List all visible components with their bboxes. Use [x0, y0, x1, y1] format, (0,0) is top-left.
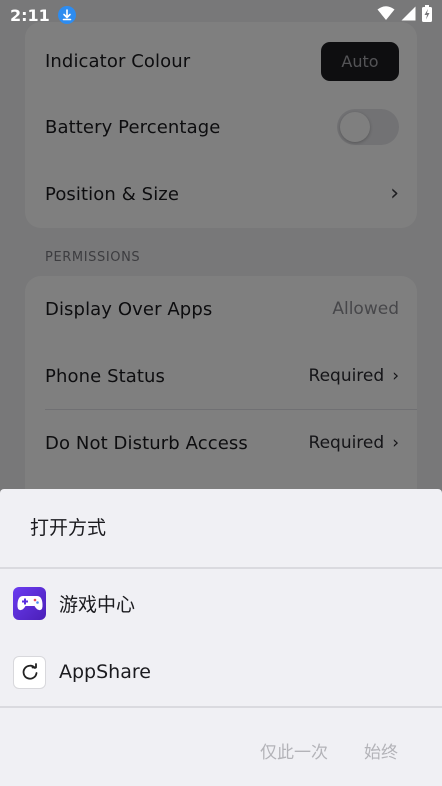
sheet-divider	[0, 706, 442, 708]
just-once-button[interactable]: 仅此一次	[260, 738, 328, 763]
signal-icon	[401, 6, 416, 25]
app-label-game-center: 游戏中心	[59, 593, 136, 616]
app-option-appshare[interactable]: AppShare	[0, 639, 442, 705]
clock: 2:11	[10, 5, 50, 25]
battery-charging-icon	[422, 4, 432, 26]
sheet-actions: 仅此一次 始终	[0, 735, 442, 765]
download-icon	[57, 6, 76, 24]
open-with-sheet: 打开方式 游戏中心 AppShare 仅此一次 始终	[0, 489, 442, 786]
gamepad-icon	[13, 586, 46, 620]
app-label-appshare: AppShare	[59, 661, 151, 683]
share-refresh-icon	[13, 655, 46, 689]
status-bar: 2:11	[0, 0, 442, 30]
always-button[interactable]: 始终	[364, 738, 398, 763]
sheet-title: 打开方式	[30, 517, 107, 539]
sheet-divider	[0, 567, 442, 569]
wifi-icon	[377, 5, 395, 25]
app-option-game-center[interactable]: 游戏中心	[0, 570, 442, 636]
